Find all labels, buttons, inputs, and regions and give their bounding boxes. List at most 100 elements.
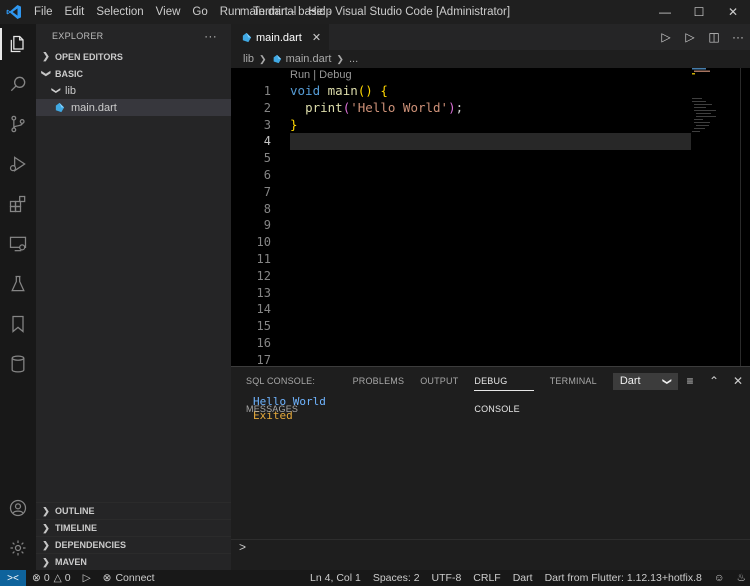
line-number-gutter: 1 2 3 4 5 6 7 8 9 10 11 12 13 14 15 16 1…	[231, 83, 277, 366]
code-line: print('Hello World');	[290, 100, 691, 117]
remote-indicator-icon[interactable]: ><	[0, 570, 26, 586]
folder-lib[interactable]: ❯ lib	[36, 82, 231, 99]
end-of-line[interactable]: CRLF	[467, 572, 506, 584]
close-tab-icon[interactable]: ✕	[312, 31, 321, 44]
explorer-icon[interactable]	[0, 24, 36, 64]
tab-main-dart[interactable]: main.dart ✕	[231, 24, 330, 50]
line-number: 7	[263, 184, 271, 199]
account-icon[interactable]	[0, 488, 36, 528]
open-editors-label: OPEN EDITORS	[55, 51, 123, 62]
problems-status[interactable]: ⊗ 0 △ 0	[26, 572, 77, 584]
status-bar: >< ⊗ 0 △ 0 ▷ ⊗ Connect Ln 4, Col 1 Space…	[0, 570, 750, 586]
menu-run[interactable]: Run	[214, 0, 247, 24]
tab-problems[interactable]: PROBLEMS	[345, 367, 413, 395]
code-editor[interactable]: Run | Debug 1 2 3 4 5 6 7 8 9 10 11 12 1…	[231, 68, 750, 366]
brace-token: {	[380, 83, 388, 98]
line-number: 6	[263, 167, 271, 182]
file-main-dart[interactable]: main.dart	[36, 99, 231, 116]
line-number: 5	[263, 151, 271, 166]
explorer-title: EXPLORER	[52, 31, 104, 41]
run-debug-icon[interactable]	[0, 144, 36, 184]
source-control-icon[interactable]	[0, 104, 36, 144]
indentation[interactable]: Spaces: 2	[367, 572, 426, 584]
cursor-position[interactable]: Ln 4, Col 1	[304, 572, 367, 584]
codelens-run-debug[interactable]: Run | Debug	[290, 68, 352, 83]
line-number: 4	[263, 134, 271, 149]
semicolon-token: ;	[455, 99, 464, 115]
menu-file[interactable]: File	[28, 0, 59, 24]
feedback-icon[interactable]: ☺	[708, 572, 731, 584]
paren-token: )	[448, 99, 456, 115]
workspace-section[interactable]: ❯ BASIC	[36, 65, 231, 82]
encoding[interactable]: UTF-8	[426, 572, 468, 584]
more-actions-icon[interactable]: ···	[726, 30, 750, 44]
dart-sdk-version[interactable]: Dart from Flutter: 1.12.13+hotfix.8	[539, 572, 708, 584]
menu-bar: File Edit Selection View Go Run Terminal…	[28, 0, 338, 24]
menu-help[interactable]: Help	[302, 0, 338, 24]
tab-sql-console-messages[interactable]: SQL CONSOLE: MESSAGES	[238, 367, 345, 414]
dependencies-section[interactable]: ❯ DEPENDENCIES	[36, 536, 231, 553]
breadcrumb-file[interactable]: main.dart	[286, 53, 332, 65]
menu-view[interactable]: View	[150, 0, 187, 24]
breadcrumb-lib[interactable]: lib	[243, 53, 254, 65]
debug-session-select[interactable]: Dart ❯	[612, 372, 678, 390]
function-token: main	[327, 83, 358, 98]
minimize-icon[interactable]: —	[648, 0, 682, 24]
run-icon[interactable]: ▷	[654, 30, 678, 44]
bookmark-icon[interactable]	[0, 304, 36, 344]
settings-gear-icon[interactable]	[0, 528, 36, 568]
debug-console-input[interactable]: >	[231, 539, 750, 555]
split-editor-icon[interactable]: ◫	[702, 30, 726, 44]
file-main-dart-label: main.dart	[71, 101, 117, 114]
explorer-sidebar: EXPLORER ··· ❯ OPEN EDITORS ❯ BASIC ❯ li…	[36, 24, 231, 570]
breadcrumb-symbol[interactable]: ...	[349, 53, 358, 65]
minimap[interactable]	[692, 68, 742, 168]
debug-run-icon[interactable]: ▷	[678, 30, 702, 44]
outline-section[interactable]: ❯ OUTLINE	[36, 502, 231, 519]
dart-file-icon	[272, 54, 282, 64]
menu-go[interactable]: Go	[186, 0, 213, 24]
menu-edit[interactable]: Edit	[59, 0, 91, 24]
close-window-icon[interactable]: ✕	[716, 0, 750, 24]
testing-flask-icon[interactable]	[0, 264, 36, 304]
warning-count: 0	[64, 572, 71, 584]
maximize-panel-icon[interactable]: ⌃	[702, 374, 726, 388]
more-actions-icon[interactable]: ···	[204, 29, 217, 43]
maven-section[interactable]: ❯ MAVEN	[36, 553, 231, 570]
tab-output[interactable]: OUTPUT	[412, 367, 466, 395]
warning-icon: △	[53, 572, 62, 584]
menu-selection[interactable]: Selection	[90, 0, 149, 24]
editor-scrollbar[interactable]	[740, 68, 750, 366]
tab-terminal[interactable]: TERMINAL	[542, 367, 605, 395]
line-number: 15	[256, 319, 271, 334]
line-number: 2	[263, 100, 271, 115]
menu-terminal[interactable]: Terminal	[247, 0, 302, 24]
line-number: 11	[256, 251, 271, 266]
chevron-right-icon: ❯	[42, 522, 50, 533]
close-panel-icon[interactable]: ✕	[726, 374, 750, 388]
extensions-icon[interactable]	[0, 184, 36, 224]
tab-debug-console[interactable]: DEBUG CONSOLE	[466, 367, 541, 414]
explorer-header: EXPLORER ···	[36, 24, 231, 48]
notifications-bell-icon[interactable]: ♨	[731, 572, 750, 584]
run-status[interactable]: ▷	[77, 572, 97, 584]
code-line: void main() {	[290, 83, 691, 100]
language-mode[interactable]: Dart	[507, 572, 539, 584]
remote-explorer-icon[interactable]	[0, 224, 36, 264]
line-number: 17	[256, 352, 271, 366]
database-icon[interactable]	[0, 344, 36, 384]
workspace-label: BASIC	[55, 68, 84, 79]
connect-status[interactable]: ⊗ Connect	[97, 572, 161, 584]
maximize-icon[interactable]: ☐	[682, 0, 716, 24]
breadcrumb: lib ❯ main.dart ❯ ...	[231, 50, 750, 68]
timeline-section[interactable]: ❯ TIMELINE	[36, 519, 231, 536]
line-number: 1	[263, 84, 271, 98]
bottom-panel: SQL CONSOLE: MESSAGES PROBLEMS OUTPUT DE…	[231, 366, 750, 555]
dependencies-label: DEPENDENCIES	[55, 540, 127, 550]
search-icon[interactable]	[0, 64, 36, 104]
filter-lines-icon[interactable]: ≡	[678, 374, 702, 388]
keyword-token: void	[290, 83, 321, 98]
plug-icon: ⊗	[102, 572, 112, 584]
function-token: print	[305, 99, 343, 115]
open-editors-section[interactable]: ❯ OPEN EDITORS	[36, 48, 231, 65]
